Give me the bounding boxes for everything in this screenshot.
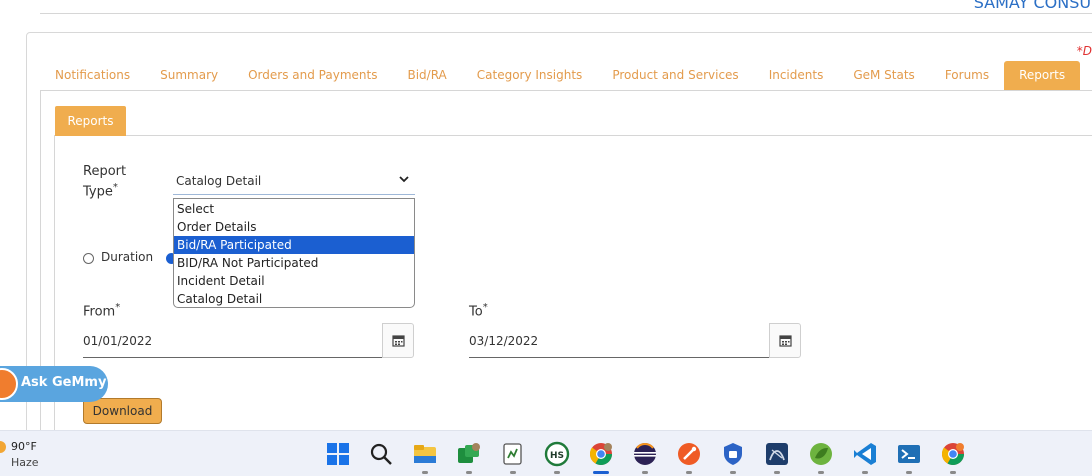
from-label-text: From (83, 304, 116, 320)
taskbar-running-indicator (554, 471, 560, 474)
gemmy-avatar-icon (0, 368, 18, 400)
sql-server-icon[interactable] (763, 440, 791, 468)
duration-radio[interactable] (83, 253, 94, 264)
to-label: To* (469, 302, 488, 319)
header-divider (40, 13, 1092, 14)
dropdown-option-catalog-detail[interactable]: Catalog Detail (174, 290, 414, 308)
chat-app-icon[interactable] (455, 440, 483, 468)
notepad-icon[interactable] (499, 440, 527, 468)
weather-temperature[interactable]: 90°F (11, 440, 37, 453)
eclipse-icon[interactable] (631, 440, 659, 468)
taskbar-running-indicator (510, 471, 516, 474)
tab-forums[interactable]: Forums (930, 61, 1004, 91)
file-explorer-icon[interactable] (411, 440, 439, 468)
postman-icon[interactable] (675, 440, 703, 468)
taskbar-running-indicator (818, 471, 824, 474)
chrome-icon[interactable] (587, 440, 615, 468)
dropdown-option-order-details[interactable]: Order Details (174, 218, 414, 236)
ask-gemmy-label: Ask GeMmy (21, 375, 107, 390)
required-mark: * (112, 182, 118, 193)
report-type-dropdown-list: Select Order Details Bid/RA Participated… (173, 198, 415, 308)
hubspot-icon[interactable]: HS (543, 440, 571, 468)
tab-incidents[interactable]: Incidents (754, 61, 839, 91)
from-calendar-button[interactable] (382, 323, 414, 358)
taskbar-running-indicator (862, 471, 868, 474)
taskbar-running-indicator (774, 471, 780, 474)
calendar-icon (778, 335, 792, 347)
chrome-profile-icon[interactable] (939, 440, 967, 468)
taskbar-active-indicator (593, 471, 609, 474)
calendar-icon (391, 335, 405, 347)
dropdown-option-bid-ra-participated[interactable]: Bid/RA Participated (174, 236, 414, 254)
to-calendar-button[interactable] (769, 323, 801, 358)
main-tabs: Notifications Summary Orders and Payment… (40, 61, 1081, 91)
duration-label: Duration (101, 250, 154, 264)
report-type-label: Type* (83, 182, 118, 199)
tab-gem-stats[interactable]: GeM Stats (838, 61, 929, 91)
tab-bid-ra[interactable]: Bid/RA (392, 61, 461, 91)
powershell-icon[interactable] (895, 440, 923, 468)
tab-category-insights[interactable]: Category Insights (462, 61, 598, 91)
taskbar: 90°F Haze HS (0, 430, 1092, 476)
vscode-icon[interactable] (851, 440, 879, 468)
spring-tools-icon[interactable] (807, 440, 835, 468)
tab-product-and-services[interactable]: Product and Services (597, 61, 753, 91)
taskbar-running-indicator (906, 471, 912, 474)
mandatory-note: *D (1076, 44, 1092, 58)
report-type-label-line1: Report (83, 164, 127, 179)
required-mark: * (115, 302, 121, 313)
organization-name: SAMAY CONSUL (973, 0, 1092, 12)
subtab-divider (54, 135, 1092, 136)
report-type-label-line2: Type (83, 184, 113, 200)
taskbar-running-indicator (422, 471, 428, 474)
required-mark: * (482, 302, 488, 313)
weather-sun-icon (0, 441, 6, 453)
taskbar-running-indicator (686, 471, 692, 474)
tab-orders-and-payments[interactable]: Orders and Payments (233, 61, 392, 91)
svg-text:HS: HS (550, 451, 564, 461)
ask-gemmy-button[interactable]: Ask GeMmy (0, 366, 108, 402)
report-type-selected-value: Catalog Detail (176, 174, 262, 188)
weather-condition: Haze (11, 456, 39, 469)
taskbar-running-indicator (642, 471, 648, 474)
windows-start-icon[interactable] (324, 440, 352, 468)
security-app-icon[interactable] (719, 440, 747, 468)
tab-summary[interactable]: Summary (145, 61, 233, 91)
download-button[interactable]: Download (83, 398, 162, 424)
dropdown-option-bid-ra-not-participated[interactable]: BID/RA Not Participated (174, 254, 414, 272)
tab-notifications[interactable]: Notifications (40, 61, 145, 91)
to-label-text: To (469, 304, 483, 320)
report-type-select[interactable]: Catalog Detail (173, 168, 415, 195)
taskbar-running-indicator (466, 471, 472, 474)
dropdown-option-select[interactable]: Select (174, 200, 414, 218)
taskbar-running-indicator (730, 471, 736, 474)
chevron-down-icon (399, 176, 409, 183)
search-icon[interactable] (367, 440, 395, 468)
subtab-reports[interactable]: Reports (55, 106, 126, 136)
tab-reports[interactable]: Reports (1004, 61, 1081, 91)
to-date-input[interactable]: 03/12/2022 (469, 325, 769, 358)
page: SAMAY CONSUL *D Notifications Summary Or… (0, 0, 1092, 476)
dropdown-option-incident-detail[interactable]: Incident Detail (174, 272, 414, 290)
from-date-input[interactable]: 01/01/2022 (83, 325, 383, 358)
from-label: From* (83, 302, 120, 319)
taskbar-running-indicator (950, 471, 956, 474)
